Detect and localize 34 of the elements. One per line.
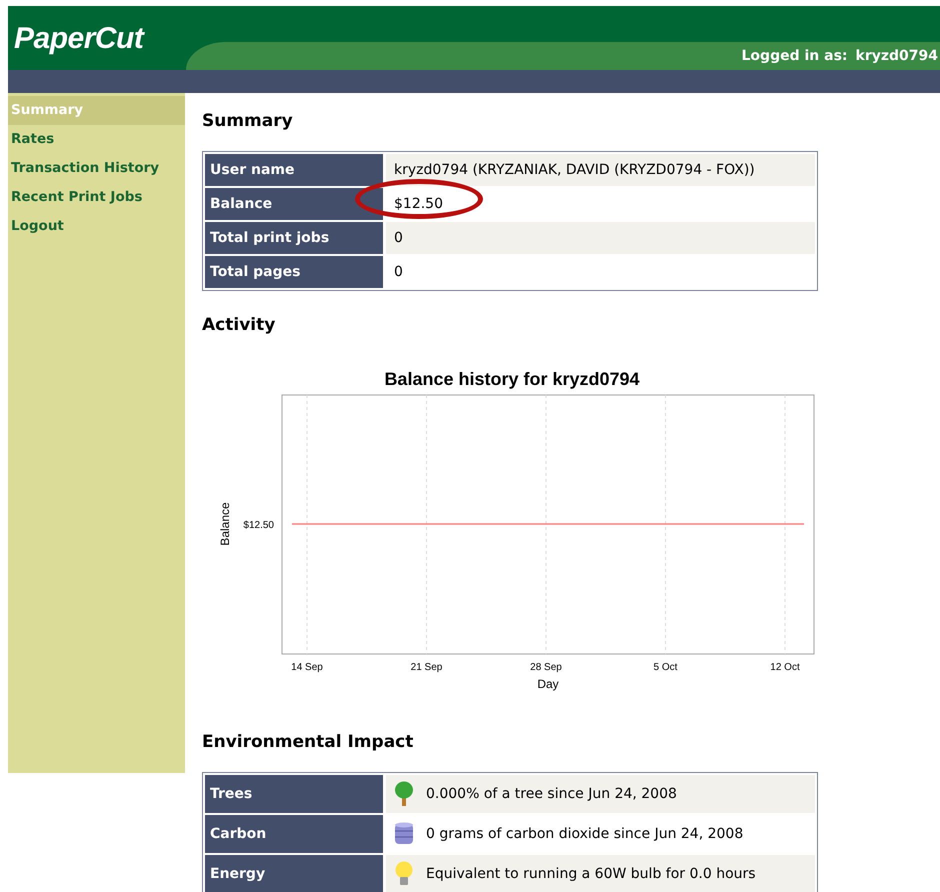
row-value: 0 [386,222,815,254]
section-heading: Activity [202,315,276,335]
row-value: Equivalent to running a 60W bulb for 0.0 hours [426,866,756,882]
sidebar-link[interactable]: Logout [8,212,185,241]
sidebar-link[interactable]: Recent Print Jobs [8,183,185,212]
x-axis-label: Day [537,677,559,691]
row-label: Balance [205,188,383,220]
x-tick-label: 12 Oct [770,662,800,673]
x-tick-label: 5 Oct [654,662,678,673]
x-tick-label: 28 Sep [530,662,562,673]
row-value: 0 grams of carbon dioxide since Jun 24, 2008 [426,826,744,842]
row-value: 0.000% of a tree since Jun 24, 2008 [426,786,677,802]
row-label: User name [205,154,383,186]
section-heading: Summary [202,111,294,131]
barrel-icon [394,822,414,846]
y-axis-label: Balance [218,502,232,546]
tree-icon [394,781,414,807]
light-bulb-icon [394,861,414,887]
row-label: Total print jobs [205,222,383,254]
x-tick-label: 14 Sep [291,662,323,673]
row-label: Carbon [205,815,383,853]
chart-title: Balance history for kryzd0794 [384,369,640,389]
row-label: Trees [205,775,383,813]
row-label: Total pages [205,256,383,288]
logged-in-label: Logged in as: [742,48,848,64]
logo: PaperCut [13,21,144,57]
section-heading: Environmental Impact [202,732,414,752]
row-value: kryzd0794 (KRYZANIAK, DAVID (KRYZD0794 - FOX)) [386,154,815,186]
username: kryzd0794 [856,48,938,64]
sidebar-link[interactable]: Rates [8,125,185,154]
row-label: Energy [205,855,383,892]
sidebar-link[interactable]: Transaction History [8,154,185,183]
y-tick-label: $12.50 [243,520,274,531]
x-tick-label: 21 Sep [410,662,442,673]
